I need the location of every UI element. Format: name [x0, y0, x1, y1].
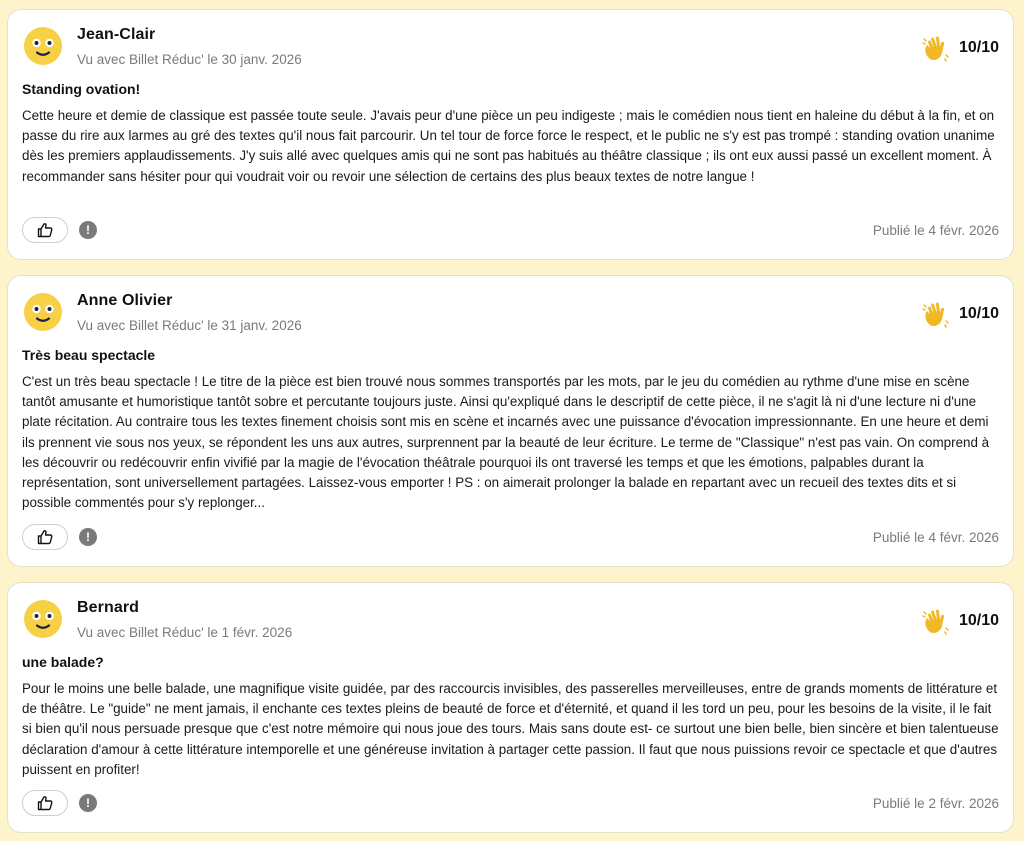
reviews-list: Jean-Clair Vu avec Billet Réduc' le 30 j…: [0, 0, 1024, 841]
report-button[interactable]: !: [79, 794, 97, 812]
waving-hand-icon: [922, 302, 949, 328]
rating-score: 10/10: [958, 305, 999, 322]
review-text: Cette heure et demie de classique est pa…: [22, 108, 995, 184]
published-date: Publié le 2 févr. 2026: [872, 796, 999, 811]
thumbs-up-icon: [37, 796, 53, 811]
published-date: Publié le 4 févr. 2026: [872, 530, 999, 545]
review-title: Standing ovation!: [22, 81, 141, 97]
published-date: Publié le 4 févr. 2026: [872, 223, 999, 238]
thumbs-up-icon: [37, 223, 53, 238]
review-rating: 10/10: [921, 605, 999, 637]
smiley-avatar-icon: [24, 600, 62, 638]
like-button[interactable]: [22, 217, 68, 243]
review-visit-date: Vu avec Billet Réduc' le 1 févr. 2026: [77, 625, 293, 640]
waving-hand-icon: [922, 36, 949, 62]
review-visit-date: Vu avec Billet Réduc' le 30 janv. 2026: [77, 52, 302, 67]
review-rating: 10/10: [921, 32, 999, 64]
review-rating: 10/10: [921, 298, 999, 330]
report-button[interactable]: !: [79, 221, 97, 239]
review-title: une balade?: [22, 654, 104, 670]
review-card: Anne Olivier Vu avec Billet Réduc' le 31…: [7, 275, 1014, 567]
review-visit-date: Vu avec Billet Réduc' le 31 janv. 2026: [77, 318, 302, 333]
report-button[interactable]: !: [79, 528, 97, 546]
smiley-avatar-icon: [24, 293, 62, 331]
reviewer-name: Bernard: [77, 599, 140, 616]
like-button[interactable]: [22, 790, 68, 816]
rating-score: 10/10: [958, 39, 999, 56]
review-card: Jean-Clair Vu avec Billet Réduc' le 30 j…: [7, 9, 1014, 260]
review-text: Pour le moins une belle balade, une magn…: [22, 681, 999, 777]
smiley-avatar-icon: [24, 27, 62, 65]
waving-hand-icon: [922, 609, 949, 635]
review-title: Très beau spectacle: [22, 347, 156, 363]
thumbs-up-icon: [37, 530, 53, 545]
like-button[interactable]: [22, 524, 68, 550]
review-card: Bernard Vu avec Billet Réduc' le 1 févr.…: [7, 582, 1014, 833]
rating-score: 10/10: [958, 612, 999, 629]
review-text: C'est un très beau spectacle ! Le titre …: [22, 374, 990, 511]
reviewer-name: Anne Olivier: [77, 292, 173, 309]
reviewer-name: Jean-Clair: [77, 26, 156, 43]
